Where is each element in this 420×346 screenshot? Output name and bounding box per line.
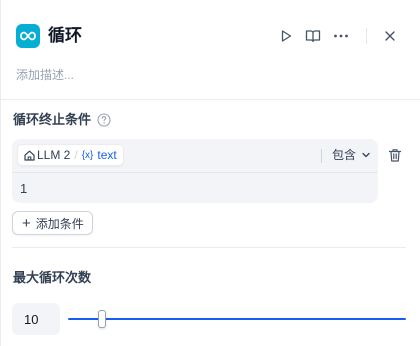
header-separator bbox=[1, 99, 420, 100]
max-loop-slider[interactable] bbox=[68, 308, 406, 330]
max-loop-input[interactable]: 10 bbox=[12, 303, 60, 335]
panel-header: 循环 添加描述... bbox=[1, 0, 420, 82]
variable-brace-icon: {x} bbox=[81, 149, 94, 161]
question-circle-icon[interactable] bbox=[97, 113, 111, 127]
stop-condition-section-title: 循环终止条件 bbox=[13, 111, 111, 129]
path-separator: / bbox=[74, 148, 78, 162]
condition-item: LLM 2 / {x} text 包含 1 bbox=[12, 139, 378, 203]
node-title[interactable]: 循环 bbox=[48, 24, 82, 48]
operator-label: 包含 bbox=[332, 148, 357, 162]
add-condition-button[interactable]: + 添加条件 bbox=[12, 211, 93, 235]
delete-condition-button[interactable] bbox=[386, 146, 404, 164]
plus-icon: + bbox=[22, 214, 31, 232]
home-icon bbox=[24, 150, 35, 161]
run-button[interactable] bbox=[276, 26, 296, 46]
variable-selector[interactable]: LLM 2 / {x} text bbox=[17, 144, 124, 166]
section-separator bbox=[12, 247, 406, 248]
max-loop-section-title: 最大循环次数 bbox=[13, 269, 91, 287]
slider-thumb[interactable] bbox=[97, 310, 106, 328]
close-button[interactable] bbox=[380, 26, 400, 46]
header-divider bbox=[366, 28, 367, 44]
close-icon bbox=[385, 31, 395, 41]
condition-divider bbox=[12, 172, 378, 173]
loop-node-panel: 循环 添加描述... 循环终止条件 LLM 2 / {x} text 包含 1 … bbox=[0, 0, 420, 346]
chevron-down-icon bbox=[362, 152, 370, 158]
operator-divider bbox=[321, 149, 322, 163]
docs-button[interactable] bbox=[303, 26, 323, 46]
add-condition-label: 添加条件 bbox=[35, 216, 84, 231]
loop-node-icon bbox=[16, 24, 40, 48]
trash-icon bbox=[388, 148, 402, 162]
book-open-icon bbox=[305, 30, 321, 43]
more-button[interactable] bbox=[331, 26, 351, 46]
slider-track bbox=[68, 318, 406, 320]
source-node-name: LLM 2 bbox=[37, 148, 71, 162]
description-input[interactable]: 添加描述... bbox=[16, 66, 74, 84]
operator-select[interactable]: 包含 bbox=[332, 147, 371, 163]
max-loop-title: 最大循环次数 bbox=[13, 270, 92, 285]
play-icon bbox=[281, 30, 292, 42]
more-horizontal-icon bbox=[334, 34, 348, 38]
variable-name: text bbox=[97, 148, 117, 162]
infinity-icon bbox=[20, 31, 36, 41]
stop-condition-title: 循环终止条件 bbox=[13, 112, 92, 127]
condition-value-input[interactable]: 1 bbox=[20, 181, 27, 196]
